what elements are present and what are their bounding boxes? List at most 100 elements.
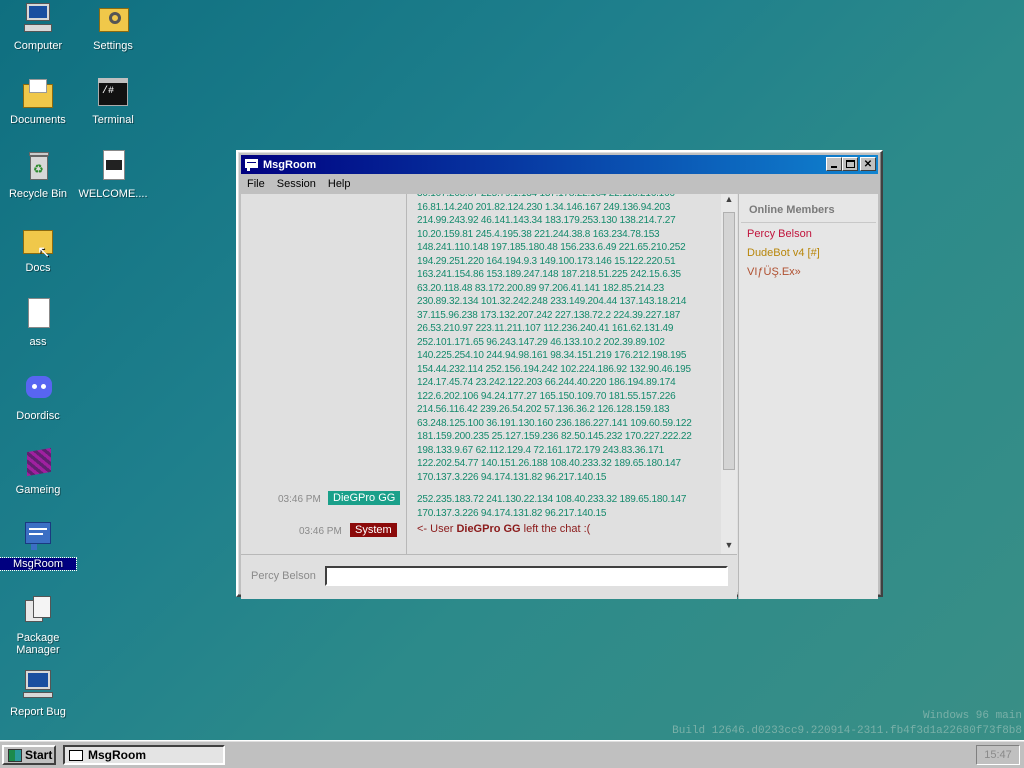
desktop-icon-label: MsgRoom [0,557,77,571]
start-logo-icon [8,748,22,762]
message-input-row: Percy Belson [241,554,737,599]
desktop-icon-label: ass [29,336,47,348]
menubar: File Session Help [241,176,878,194]
desktop-icon-gameing[interactable]: Gameing [0,446,76,496]
recycle-bin-icon: ♻ [21,150,55,184]
message-line: 252.235.183.72 241.130.22.134 108.40.233… [417,494,687,505]
desktop-icon-documents[interactable]: Documents [0,76,76,126]
system-message-user: DieGPro GG [456,523,521,535]
msgroom-window: MsgRoom ✕ File Session Help 03:46 PM Die… [236,150,883,599]
desktop-icon-computer[interactable]: Computer [0,2,76,52]
start-button[interactable]: Start [2,745,56,765]
taskbar-item-label: MsgRoom [88,748,146,762]
message-line: 26.53.210.97 223.11.211.107 112.236.240.… [417,323,674,334]
online-members-title: Online Members [741,194,876,223]
message-input[interactable] [325,566,728,586]
message-line: 124.17.45.74 23.242.122.203 66.244.40.22… [417,377,676,388]
message-line: 148.241.110.148 197.185.180.48 156.233.6… [417,242,686,253]
message-meta-column: 03:46 PM DieGPro GG 03:46 PM System [241,194,407,554]
message-line: 154.44.232.114 252.156.194.242 102.224.1… [417,363,691,375]
message-list: 30.107.205.57 225.79.1.134 137.178.22.16… [407,194,721,554]
message-user-tag[interactable]: System [350,523,397,537]
desktop-icon-label: Package Manager [16,632,60,656]
system-message-prefix: <- User [417,523,457,535]
desktop-icon-ass[interactable]: ass [0,298,76,348]
desktop-icon-label: Computer [13,40,63,52]
desktop-icon-label: Gameing [15,484,61,496]
desktop-icon-terminal[interactable]: /# Terminal [75,76,151,126]
message-scrollbar[interactable]: ▲ ▼ [721,194,737,554]
current-user-label: Percy Belson [251,570,316,582]
message-line: 230.89.32.134 101.32.242.248 233.149.204… [417,296,687,307]
documents-folder-icon [21,76,55,110]
scroll-up-icon[interactable]: ▲ [721,194,737,208]
message-line: 37.115.96.238 173.132.207.242 227.138.72… [417,309,681,321]
desktop-icon-label: Documents [10,114,66,126]
minimize-button[interactable] [826,157,842,171]
desktop-icon-label: Docs [25,262,51,274]
member-item[interactable]: DudeBot v4 [#] [739,242,878,261]
start-label: Start [25,748,53,762]
desktop-icon-settings[interactable]: Settings [75,2,151,52]
menu-session[interactable]: Session [271,176,322,194]
settings-folder-icon [96,2,130,36]
window-titlebar[interactable]: MsgRoom ✕ [241,155,878,174]
member-item[interactable]: Percy Belson [739,223,878,242]
member-item[interactable]: VIƒÜŞ.Ex» [739,261,878,280]
maximize-button[interactable] [842,157,858,171]
terminal-icon: /# [96,76,130,110]
online-members-panel: Online Members Percy Belson DudeBot v4 [… [738,194,878,599]
message-line: 122.6.202.106 94.24.177.27 165.150.109.7… [417,390,676,402]
discord-icon [21,372,55,406]
desktop-icon-docs[interactable]: ↖ Docs [0,224,76,274]
blank-file-icon [21,298,55,332]
desktop-icon-report-bug[interactable]: Report Bug [0,668,76,718]
message-time: 03:46 PM [299,526,342,537]
desktop-icon-label: Report Bug [10,706,66,718]
scroll-down-icon[interactable]: ▼ [721,540,737,554]
menu-help[interactable]: Help [322,176,357,194]
close-button[interactable]: ✕ [860,157,876,171]
message-line: 252.101.171.65 96.243.147.29 46.133.10.2… [417,336,665,348]
desktop-icon-msgroom[interactable]: MsgRoom [0,520,77,571]
message-line: 198.133.9.67 62.112.129.4 72.161.172.179… [417,444,665,456]
desktop-icon-label: Terminal [92,114,134,126]
msgroom-icon [21,520,55,554]
window-title: MsgRoom [263,158,317,171]
taskbar-item-msgroom[interactable]: MsgRoom [63,745,225,765]
close-icon: ✕ [863,158,873,170]
system-message: <- User DieGPro GG left the chat :( [417,523,590,535]
computer-icon [21,2,55,36]
taskbar: Start MsgRoom 15:47 [0,740,1024,768]
chat-body: 03:46 PM DieGPro GG 03:46 PM System 30.1… [241,194,878,599]
system-message-suffix: left the chat :( [520,523,591,535]
document-icon [96,150,130,184]
folder-icon: ↖ [21,224,55,261]
desktop-icon-label: Settings [93,40,133,52]
message-text: 30.107.205.57 225.79.1.134 137.178.22.16… [407,194,721,484]
desktop-icon-recycle-bin[interactable]: ♻ Recycle Bin [0,150,76,200]
message-line: 10.20.159.81 245.4.195.38 221.244.38.8 1… [417,228,660,240]
message-line: 140.225.254.10 244.94.98.161 98.34.151.2… [417,350,687,361]
message-text: 252.235.183.72 241.130.22.134 108.40.233… [407,493,692,520]
message-line: 30.107.205.57 225.79.1.134 137.178.22.16… [417,194,715,201]
minimize-icon [831,166,837,168]
message-line: 63.20.118.48 83.172.200.89 97.206.41.141… [417,282,665,294]
desktop-icon-welcome[interactable]: WELCOME.... [75,150,151,200]
menu-file[interactable]: File [241,176,271,194]
desktop-icon-doordisc[interactable]: Doordisc [0,372,76,422]
desktop-icon-label: Recycle Bin [8,188,68,200]
message-user-tag[interactable]: DieGPro GG [328,491,401,505]
cube-icon [21,446,55,480]
message-line: 170.137.3.226 94.174.131.82 96.217.140.1… [417,507,607,519]
maximize-icon [845,160,855,168]
build-watermark: Windows 96 main Build 12646.d0233cc9.220… [672,709,1022,739]
message-line: 194.29.251.220 164.194.9.3 149.100.173.1… [417,255,676,267]
desktop-icon-package-manager[interactable]: Package Manager [0,594,76,656]
message-line: 181.159.200.235 25.127.159.236 82.50.145… [417,431,692,442]
desktop-icon-label: WELCOME.... [78,188,148,200]
build-number: Build 12646.d0233cc9.220914-2311.fb4f3d1… [672,725,1022,737]
report-bug-icon [21,668,55,702]
scroll-thumb[interactable] [723,212,735,470]
message-line: 170.137.3.226 94.174.131.82 96.217.140.1… [417,471,607,483]
